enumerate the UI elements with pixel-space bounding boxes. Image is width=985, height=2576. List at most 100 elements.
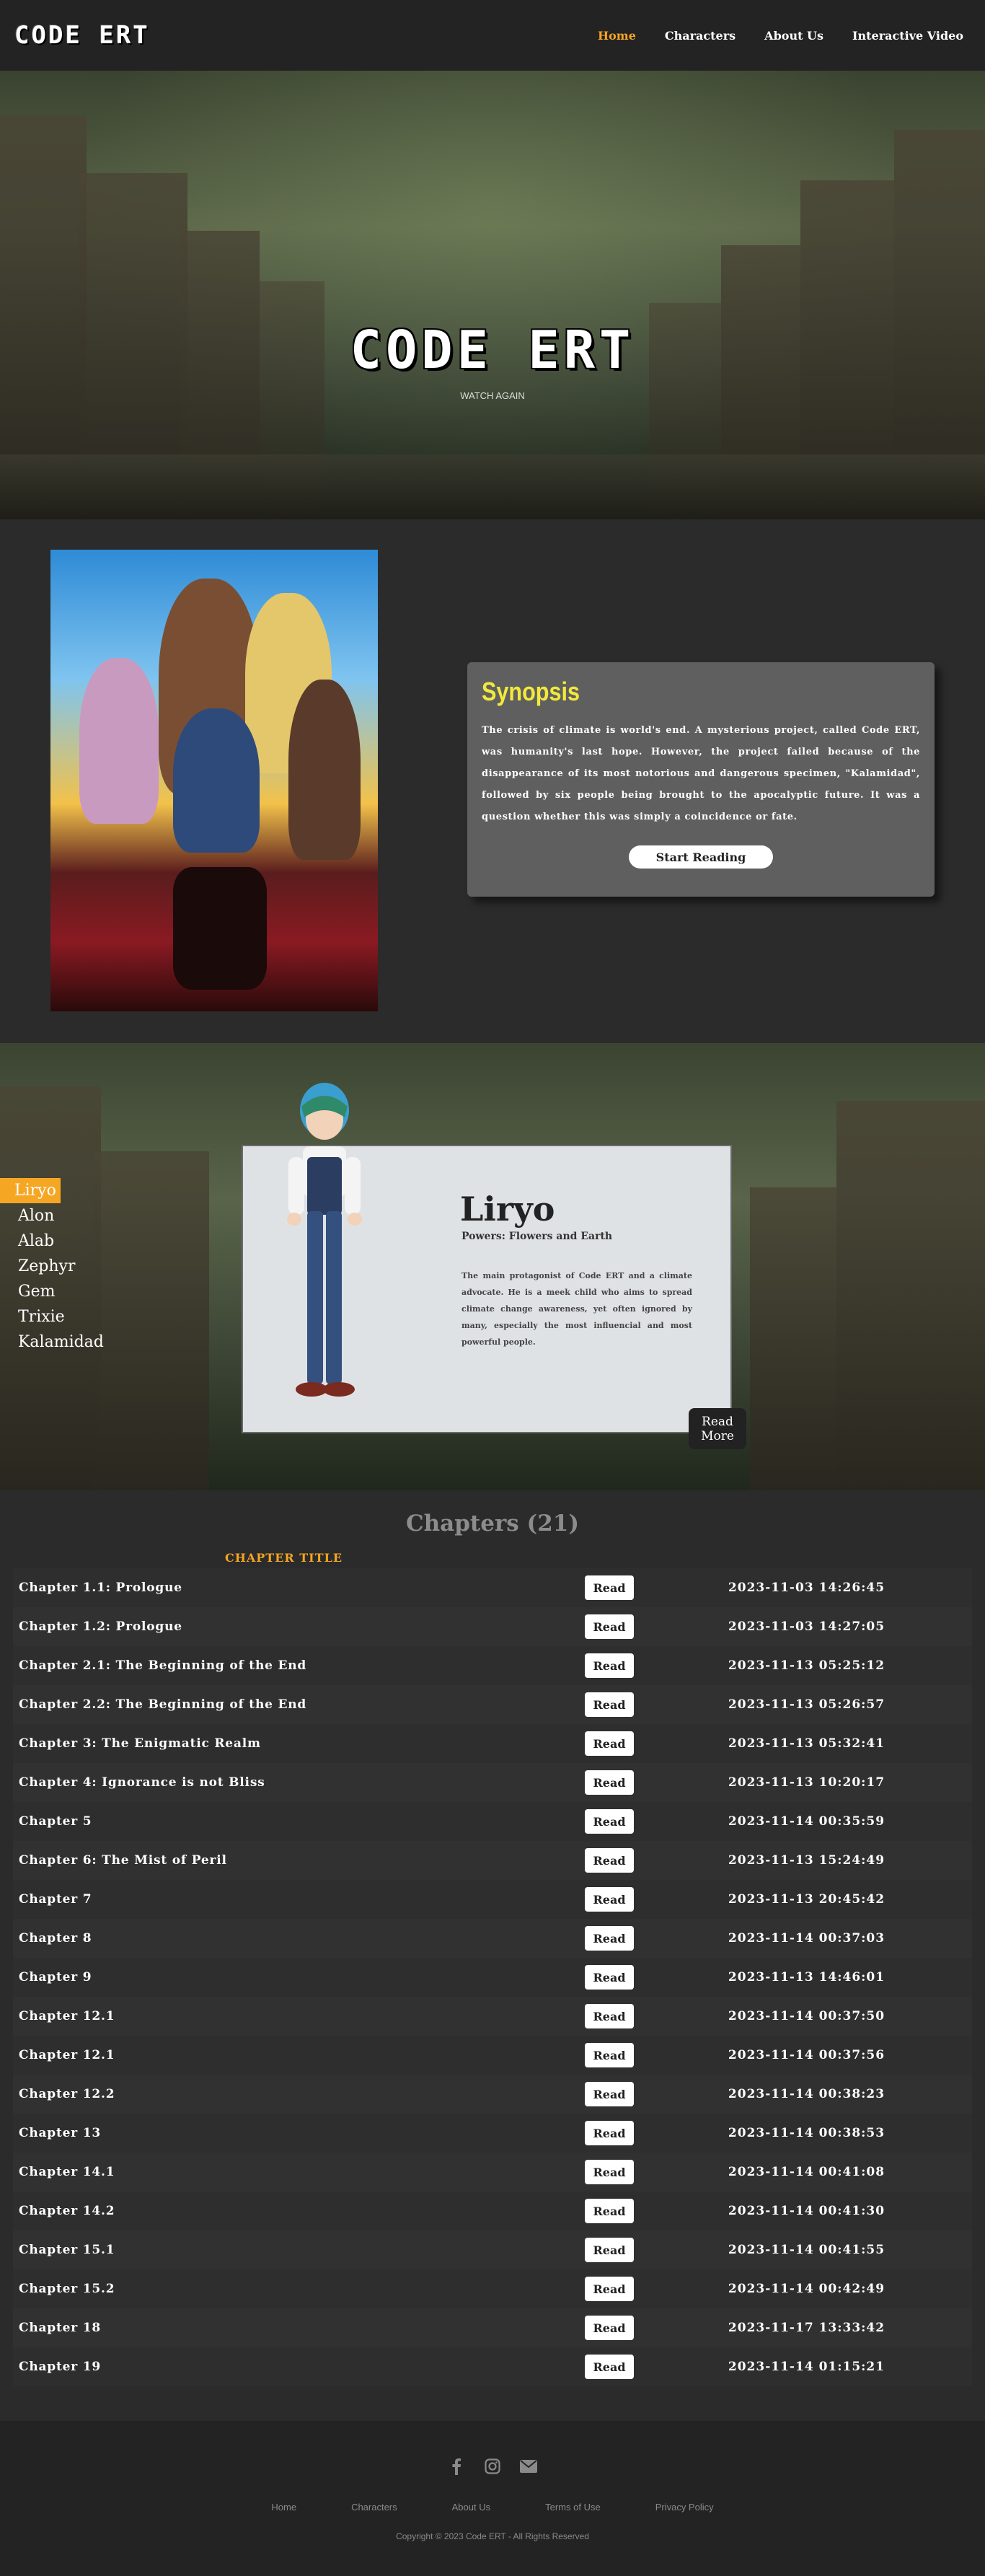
read-chapter-button[interactable]: Read (585, 1848, 634, 1873)
chapter-date: 2023-11-14 01:15:21 (728, 2360, 885, 2374)
read-chapter-button[interactable]: Read (585, 2121, 634, 2145)
chapter-row: Chapter 12.2 Read 2023-11-14 00:38:23 (13, 2075, 972, 2114)
hero-title: CODE ERT (350, 320, 635, 380)
read-chapter-button[interactable]: Read (585, 1887, 634, 1912)
facebook-icon[interactable] (447, 2457, 466, 2476)
read-chapter-button[interactable]: Read (585, 1614, 634, 1639)
nav-links: Home Characters About Us Interactive Vid… (598, 29, 963, 43)
chapter-row: Chapter 1.1: Prologue Read 2023-11-03 14:2… (13, 1568, 972, 1607)
character-item-alab[interactable]: Alab (0, 1228, 61, 1254)
read-chapter-button[interactable]: Read (585, 2277, 634, 2301)
footer-link-about-us[interactable]: About Us (452, 2502, 490, 2513)
read-chapter-button[interactable]: Read (585, 2043, 634, 2067)
chapter-row: Chapter 15.2 Read 2023-11-14 00:42:49 (13, 2269, 972, 2308)
chapter-title: Chapter 3: The Enigmatic Realm (19, 1736, 261, 1751)
chapter-title: Chapter 12.1 (19, 2009, 115, 2023)
synopsis-text: The crisis of climate is world's end. A … (482, 725, 920, 822)
chapters-section: Chapters (21) CHAPTER TITLE Chapter 1.1:… (0, 1490, 985, 2421)
read-chapter-button[interactable]: Read (585, 1692, 634, 1717)
synopsis-section: Synopsis The crisis of climate is world'… (0, 519, 985, 1043)
read-chapter-button[interactable]: Read (585, 1770, 634, 1795)
footer: Home Characters About Us Terms of Use Pr… (0, 2421, 985, 2576)
character-item-liryo[interactable]: Liryo (0, 1178, 61, 1203)
chapter-title: Chapter 12.1 (19, 2048, 115, 2062)
character-item-alon[interactable]: Alon (0, 1203, 61, 1228)
synopsis-title: Synopsis (482, 677, 580, 706)
chapter-date: 2023-11-14 00:38:53 (728, 2126, 885, 2140)
read-chapter-button[interactable]: Read (585, 2355, 634, 2379)
nav-link-interactive-video[interactable]: Interactive Video (852, 29, 963, 43)
chapter-row: Chapter 18 Read 2023-11-17 13:33:42 (13, 2308, 972, 2347)
chapter-row: Chapter 2.1: The Beginning of the End Rea… (13, 1646, 972, 1685)
read-chapter-button[interactable]: Read (585, 2238, 634, 2262)
chapter-date: 2023-11-13 05:26:57 (728, 1697, 885, 1712)
footer-links: Home Characters About Us Terms of Use Pr… (0, 2502, 985, 2513)
read-chapter-button[interactable]: Read (585, 2160, 634, 2184)
character-list: Liryo Alon Alab Zephyr Gem Trixie Kalami… (0, 1178, 104, 1355)
character-item-kalamidad[interactable]: Kalamidad (0, 1329, 104, 1355)
chapter-row: Chapter 12.1 Read 2023-11-14 00:37:56 (13, 2036, 972, 2075)
chapter-row: Chapter 12.1 Read 2023-11-14 00:37:50 (13, 1997, 972, 2036)
chapter-title: Chapter 4: Ignorance is not Bliss (19, 1775, 265, 1790)
nav-link-characters[interactable]: Characters (665, 29, 736, 43)
chapter-row: Chapter 13 Read 2023-11-14 00:38:53 (13, 2114, 972, 2153)
cover-art-image (50, 550, 378, 1011)
chapter-title: Chapter 12.2 (19, 2087, 115, 2101)
chapter-row: Chapter 14.2 Read 2023-11-14 00:41:30 (13, 2192, 972, 2230)
read-more-button[interactable]: Read More (689, 1408, 746, 1449)
chapter-title: Chapter 19 (19, 2360, 101, 2374)
chapter-date: 2023-11-14 00:41:08 (728, 2165, 885, 2179)
read-chapter-button[interactable]: Read (585, 1965, 634, 1990)
read-chapter-button[interactable]: Read (585, 1575, 634, 1600)
read-chapter-button[interactable]: Read (585, 1653, 634, 1678)
character-item-gem[interactable]: Gem (0, 1279, 61, 1304)
synopsis-card: Synopsis The crisis of climate is world'… (467, 662, 935, 897)
read-chapter-button[interactable]: Read (585, 1731, 634, 1756)
ruined-building (94, 1151, 209, 1490)
chapter-date: 2023-11-13 20:45:42 (728, 1892, 885, 1907)
chapter-date: 2023-11-14 00:38:23 (728, 2087, 885, 2101)
site-logo[interactable]: CODE ERT (14, 21, 150, 50)
chapter-title: Chapter 7 (19, 1892, 92, 1907)
chapter-date: 2023-11-14 00:37:50 (728, 2009, 885, 2023)
chapter-row: Chapter 1.2: Prologue Read 2023-11-03 14:2… (13, 1607, 972, 1646)
read-chapter-button[interactable]: Read (585, 2316, 634, 2340)
email-icon[interactable] (519, 2457, 538, 2476)
read-chapter-button[interactable]: Read (585, 1809, 634, 1834)
read-chapter-button[interactable]: Read (585, 2004, 634, 2028)
start-reading-button[interactable]: Start Reading (629, 845, 773, 869)
copyright-text: Copyright © 2023 Code ERT - All Rights R… (396, 2531, 589, 2541)
read-chapter-button[interactable]: Read (585, 2199, 634, 2223)
character-portrait (287, 1083, 362, 1397)
chapter-row: Chapter 14.1 Read 2023-11-14 00:41:08 (13, 2153, 972, 2192)
footer-link-terms-of-use[interactable]: Terms of Use (545, 2502, 601, 2513)
nav-link-about-us[interactable]: About Us (764, 29, 823, 43)
nav-link-home[interactable]: Home (598, 29, 636, 43)
chapter-title: Chapter 13 (19, 2126, 101, 2140)
chapter-row: Chapter 19 Read 2023-11-14 01:15:21 (13, 2347, 972, 2386)
footer-link-characters[interactable]: Characters (351, 2502, 397, 2513)
character-description: The main protagonist of Code ERT and a c… (461, 1271, 692, 1347)
character-item-zephyr[interactable]: Zephyr (0, 1254, 76, 1279)
chapter-date: 2023-11-17 13:33:42 (728, 2321, 885, 2335)
read-chapter-button[interactable]: Read (585, 1926, 634, 1951)
character-powers: Powers: Flowers and Earth (461, 1231, 613, 1242)
chapter-title: Chapter 14.1 (19, 2165, 115, 2179)
read-chapter-button[interactable]: Read (585, 2082, 634, 2106)
footer-link-home[interactable]: Home (271, 2502, 296, 2513)
chapter-row: Chapter 7 Read 2023-11-13 20:45:42 (13, 1880, 972, 1919)
watch-again-link[interactable]: WATCH AGAIN (0, 390, 985, 401)
instagram-icon[interactable] (483, 2457, 502, 2476)
footer-link-privacy-policy[interactable]: Privacy Policy (655, 2502, 714, 2513)
chapter-date: 2023-11-14 00:35:59 (728, 1814, 885, 1829)
ruined-building (750, 1187, 836, 1490)
chapters-heading: Chapters (21) (405, 1511, 580, 1537)
cover-character (79, 658, 159, 824)
chapter-title: Chapter 6: The Mist of Peril (19, 1853, 227, 1868)
character-item-trixie[interactable]: Trixie (0, 1304, 65, 1329)
chapter-date: 2023-11-13 10:20:17 (728, 1775, 885, 1790)
cover-character (288, 680, 361, 860)
chapter-row: Chapter 15.1 Read 2023-11-14 00:41:55 (13, 2230, 972, 2269)
ground-rubble (0, 454, 985, 519)
chapter-title: Chapter 2.1: The Beginning of the End (19, 1658, 307, 1673)
